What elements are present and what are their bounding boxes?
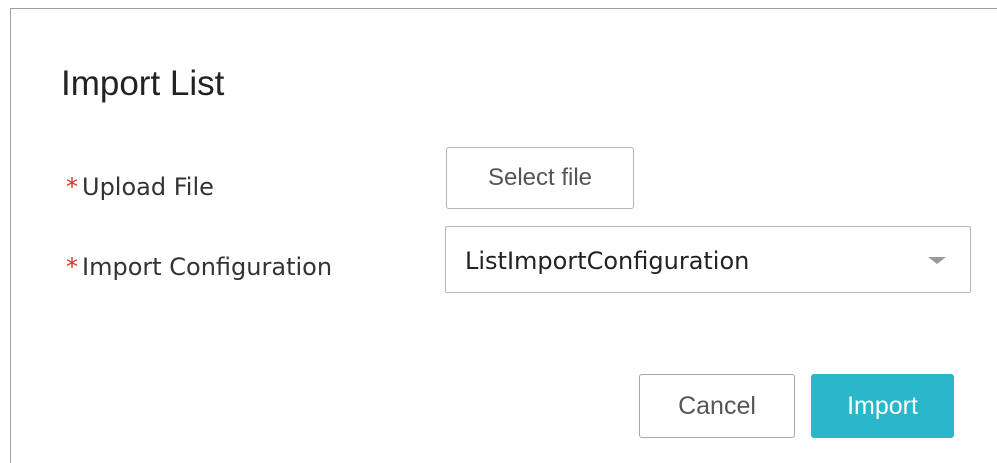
import-configuration-value: ListImportConfiguration: [465, 247, 750, 275]
import-list-dialog: Import List * Upload File Select file * Im…: [10, 8, 997, 463]
select-file-button[interactable]: Select file: [446, 147, 634, 209]
caret-down-icon: [928, 257, 946, 264]
dialog-title: Import List: [61, 64, 225, 103]
required-marker: *: [66, 173, 78, 201]
import-configuration-select[interactable]: ListImportConfiguration: [445, 226, 971, 293]
required-marker: *: [66, 253, 78, 281]
import-configuration-label: * Import Configuration: [66, 252, 332, 282]
import-configuration-label-text: Import Configuration: [82, 253, 333, 281]
cancel-button[interactable]: Cancel: [639, 374, 795, 438]
upload-file-label-text: Upload File: [82, 173, 214, 201]
upload-file-label: * Upload File: [66, 172, 214, 202]
import-button[interactable]: Import: [811, 374, 954, 438]
